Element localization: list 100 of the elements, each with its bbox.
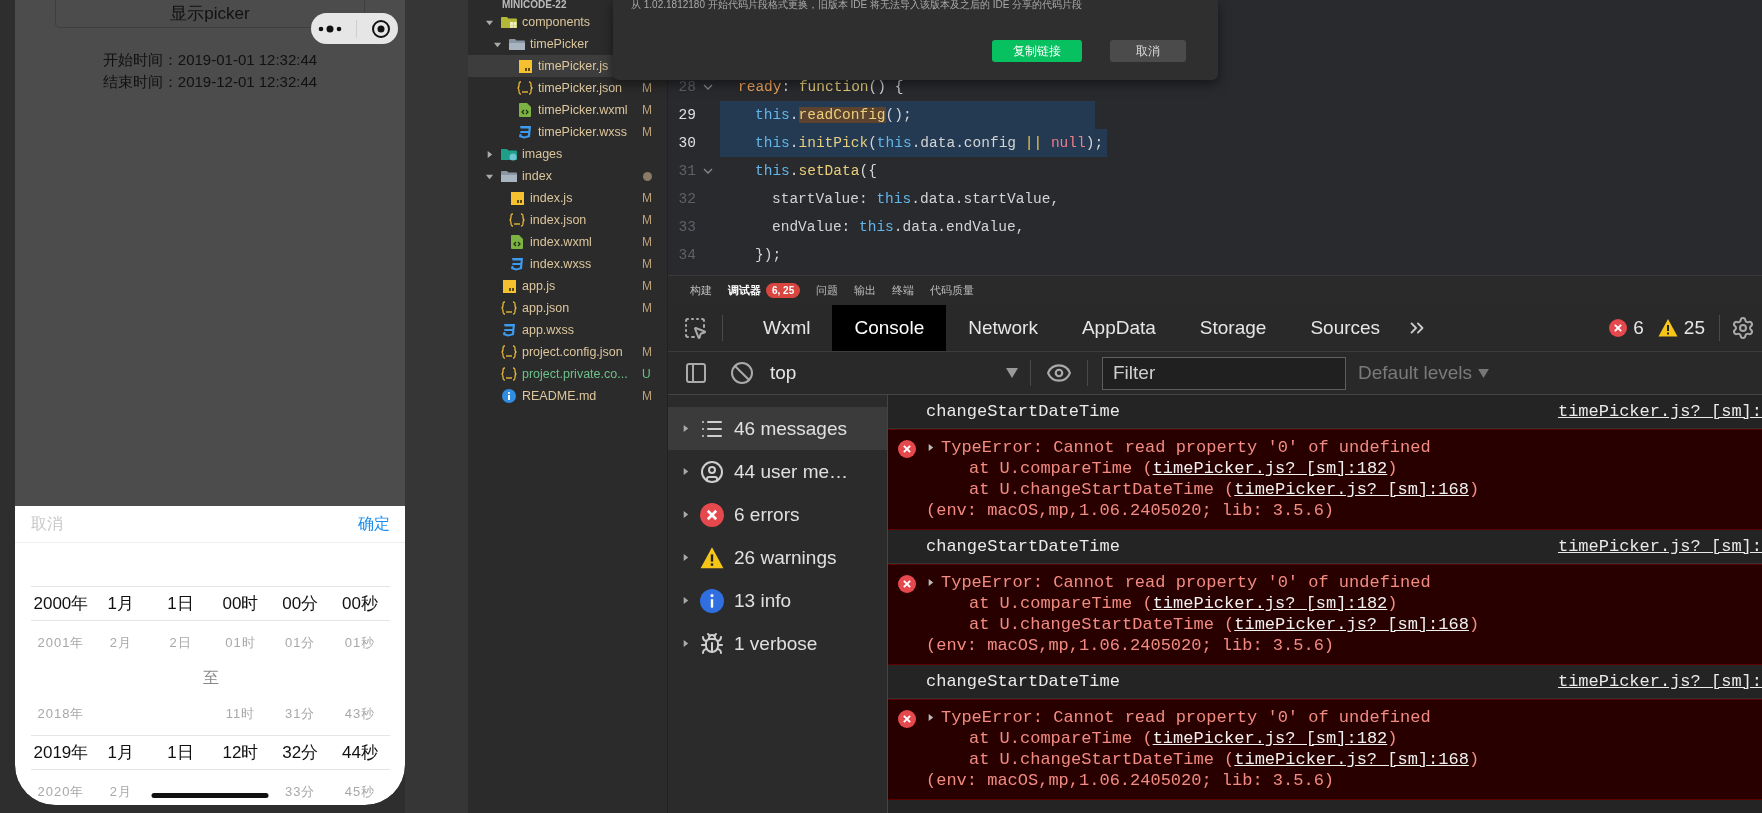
sidebar-item[interactable]: 44 user me… — [668, 450, 887, 493]
file-tree-item[interactable]: index.wxss M — [468, 253, 667, 275]
source-link[interactable]: timePicker.js? [sm]:182 — [1152, 594, 1388, 613]
braces-icon — [501, 345, 517, 359]
picker-option[interactable]: 1日 — [167, 741, 194, 764]
picker-option[interactable]: 1月 — [107, 592, 134, 615]
js-file-icon — [518, 59, 532, 73]
picker-option[interactable]: 2000年 — [33, 592, 89, 615]
file-name: index.json — [530, 213, 587, 227]
js-file-icon — [502, 279, 516, 293]
expand-arrow-icon[interactable] — [681, 553, 690, 562]
panel-tab[interactable]: 输出 — [846, 275, 885, 306]
devtools-tab[interactable]: Console — [832, 305, 947, 351]
expand-arrow-icon[interactable] — [681, 596, 690, 605]
code-line: ready: function() { — [737, 78, 905, 97]
picker-option[interactable]: 2019年 — [33, 741, 89, 764]
picker-option[interactable]: 32分 — [282, 741, 319, 764]
file-name: components — [522, 15, 591, 29]
code-line: endValue: this.data.endValue, — [771, 218, 1026, 237]
file-tree-item[interactable]: README.md M — [468, 385, 667, 407]
source-link[interactable]: timePicker.js? [sm]: — [1557, 402, 1762, 421]
picker-option[interactable]: 00秒 — [342, 592, 379, 615]
file-tree-item[interactable]: app.js M — [468, 275, 667, 297]
picker-option[interactable]: 12时 — [222, 741, 259, 764]
folder-icon — [501, 147, 517, 161]
sidebar-item[interactable]: 13 info — [668, 579, 887, 622]
error-text: TypeError: Cannot read property '0' of undefined — [941, 437, 1431, 458]
picker-option[interactable]: 1日 — [167, 592, 194, 615]
code-file-icon — [511, 235, 523, 249]
file-tree-item[interactable]: timePicker.wxml M — [468, 99, 667, 121]
error-icon — [700, 502, 724, 527]
file-tree-item[interactable]: project.config.json M — [468, 341, 667, 363]
pointer-icon — [683, 316, 707, 340]
capsule-menu[interactable] — [311, 13, 398, 44]
braces-icon — [509, 213, 525, 227]
file-name: timePicker.json — [538, 81, 623, 95]
file-tree-item[interactable]: images — [468, 143, 667, 165]
sidebar-item[interactable]: 6 errors — [668, 493, 887, 536]
panel-tab[interactable]: 调试器 6, 25 — [720, 275, 809, 306]
panel-tab[interactable]: 代码质量 — [922, 275, 983, 306]
cancel-button[interactable]: 取消 — [1110, 40, 1186, 62]
file-tree-item[interactable]: app.json M — [468, 297, 667, 319]
braces-icon — [501, 301, 517, 315]
expand-arrow-icon[interactable] — [926, 443, 935, 452]
folder-icon — [501, 169, 517, 183]
sidebar-item[interactable]: 46 messages — [668, 407, 887, 450]
sidebar-item[interactable]: 1 verbose — [668, 622, 887, 665]
panel-tab[interactable]: 问题 — [808, 275, 847, 306]
panel-tab[interactable]: 终端 — [884, 275, 923, 306]
picker-option[interactable]: 1月 — [107, 741, 134, 764]
devtools-tab[interactable]: Storage — [1177, 305, 1289, 351]
file-tree-item[interactable]: timePicker — [468, 33, 667, 55]
file-tree-item[interactable]: app.wxss — [468, 319, 667, 341]
devtools-tab[interactable]: AppData — [1059, 305, 1178, 351]
log-message: changeStartDateTime — [926, 402, 1120, 421]
expand-arrow-icon[interactable] — [681, 639, 690, 648]
expand-arrow-icon[interactable] — [681, 510, 690, 519]
folder-icon — [509, 37, 525, 51]
git-status: M — [642, 235, 653, 249]
panel-tab[interactable]: 构建 — [682, 275, 720, 306]
filter-field[interactable]: Filter — [1102, 356, 1346, 390]
file-tree-item[interactable]: timePicker.wxss M — [468, 121, 667, 143]
context-select[interactable]: top — [760, 355, 1030, 391]
git-status: U — [642, 367, 652, 381]
expand-arrow-icon[interactable] — [681, 467, 690, 476]
bug-icon — [700, 631, 724, 656]
file-tree-item[interactable]: index.wxml M — [468, 231, 667, 253]
js-file-icon — [510, 191, 524, 205]
code-line: startValue: this.data.startValue, — [771, 190, 1061, 209]
picker-option[interactable]: 00分 — [282, 592, 319, 615]
env-text: (env: macOS,mp,1.06.2405020; lib: 3.5.6) — [926, 500, 1336, 521]
source-link[interactable]: timePicker.js? [sm]:182 — [1152, 459, 1388, 478]
file-tree-item[interactable]: timePicker.json M — [468, 77, 667, 99]
picker-option[interactable]: 44秒 — [342, 741, 379, 764]
source-link[interactable]: timePicker.js? [sm]:168 — [1234, 480, 1469, 499]
sidebar-item[interactable]: 26 warnings — [668, 536, 887, 579]
code-line: }); — [754, 246, 783, 265]
file-tree-item[interactable]: index.json M — [468, 209, 667, 231]
source-link[interactable]: timePicker.js? [sm]:168 — [1234, 750, 1469, 769]
expand-arrow-icon[interactable] — [926, 713, 935, 722]
source-link[interactable]: timePicker.js? [sm]: — [1557, 672, 1762, 691]
devtools-tab[interactable]: Network — [946, 305, 1060, 351]
fold-chevron-icon[interactable] — [703, 83, 713, 91]
fold-chevron-icon[interactable] — [703, 167, 713, 175]
file-name: index.wxml — [530, 235, 592, 249]
source-link[interactable]: timePicker.js? [sm]:182 — [1152, 729, 1388, 748]
devtools-tab[interactable]: Sources — [1288, 305, 1403, 351]
source-link[interactable]: timePicker.js? [sm]:168 — [1234, 615, 1469, 634]
file-tree-item[interactable]: index.js M — [468, 187, 667, 209]
source-link[interactable]: timePicker.js? [sm]: — [1557, 537, 1762, 556]
log-message: changeStartDateTime — [926, 537, 1120, 556]
picker-option[interactable]: 00时 — [222, 592, 259, 615]
file-tree-item[interactable]: project.private.co... U — [468, 363, 667, 385]
file-tree-item[interactable]: index — [468, 165, 667, 187]
expand-arrow-icon[interactable] — [926, 578, 935, 587]
file-tree-item[interactable]: components — [468, 11, 667, 33]
git-status: M — [642, 125, 653, 139]
devtools-tab[interactable]: Wxml — [741, 305, 833, 351]
expand-arrow-icon[interactable] — [681, 424, 690, 433]
git-status: M — [642, 81, 653, 95]
